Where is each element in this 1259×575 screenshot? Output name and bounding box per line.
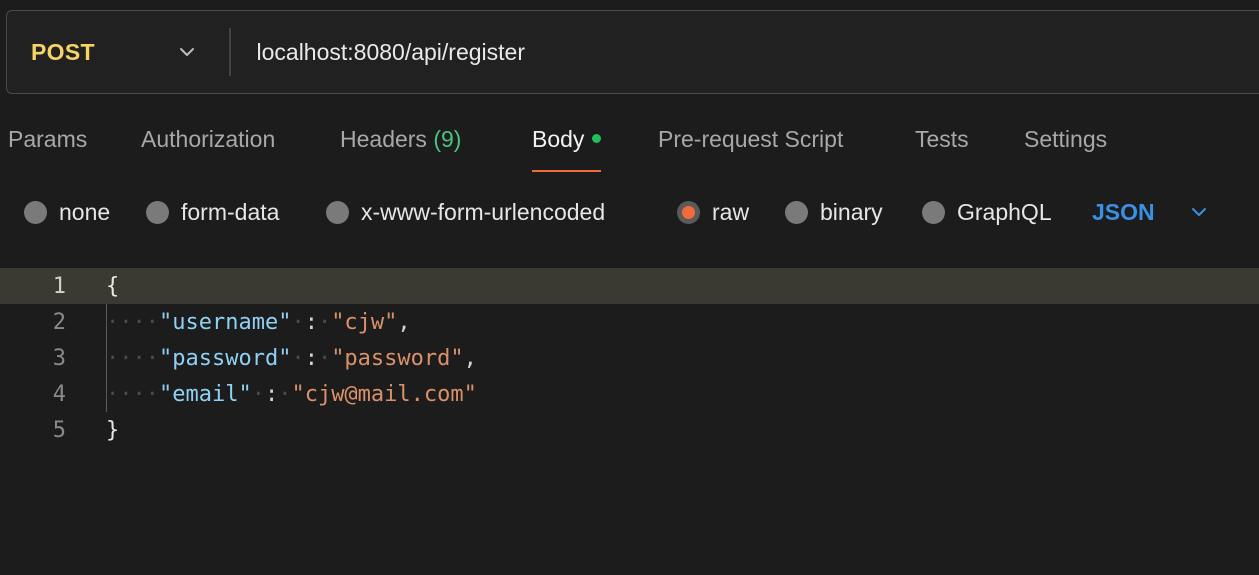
tab-label: Tests	[915, 126, 969, 152]
radio-circle	[922, 200, 945, 224]
radio-none[interactable]: none	[24, 194, 110, 230]
url-bar: POST	[6, 10, 1259, 94]
radio-form-data[interactable]: form-data	[146, 194, 279, 230]
line-number: 3	[52, 345, 66, 371]
tab-body[interactable]: Body	[532, 118, 602, 172]
tab-params[interactable]: Params	[8, 118, 87, 172]
request-editor: POST Params Authorization Headers (9) Bo…	[0, 0, 1259, 575]
close-brace: }	[106, 417, 120, 443]
radio-label: binary	[820, 198, 883, 225]
line-number: 4	[52, 381, 66, 407]
editor-line: 1 {	[0, 268, 1259, 304]
line-number: 2	[52, 309, 66, 335]
json-value: "cjw"	[331, 309, 398, 335]
radio-circle	[24, 200, 47, 224]
line-number: 5	[52, 417, 66, 443]
line-code: }	[106, 418, 119, 443]
tab-headers[interactable]: Headers (9)	[340, 118, 461, 172]
radio-circle	[785, 200, 808, 224]
code-editor[interactable]: 1 { 2 ···· "username" ·: · "cjw", 3 ···· "pas…	[0, 268, 1259, 575]
tab-pre-request-script[interactable]: Pre-request Script	[658, 118, 843, 172]
method-select[interactable]: POST	[7, 11, 229, 93]
line-code: ···· "username" ·: · "cjw",	[106, 309, 411, 335]
line-code: ···· "password" ·: · "password",	[106, 345, 477, 371]
body-type-selector: none form-data x-www-form-urlencoded raw…	[0, 194, 1259, 230]
editor-line: 4 ···· "email" ·: · "cjw@mail.com"	[0, 376, 1259, 412]
green-dot-icon	[592, 134, 602, 144]
open-brace: {	[106, 273, 120, 299]
line-code: ···· "email" ·: · "cjw@mail.com"	[106, 381, 477, 407]
tab-settings[interactable]: Settings	[1024, 118, 1107, 172]
tab-label: Params	[8, 126, 88, 152]
json-key: "email"	[158, 381, 252, 407]
tab-label: Body	[532, 126, 585, 152]
url-input[interactable]	[230, 11, 1259, 93]
radio-circle	[326, 200, 349, 224]
editor-line: 5 }	[0, 412, 1259, 448]
tab-label: Headers	[340, 126, 427, 152]
language-label: JSON	[1092, 198, 1155, 225]
line-number: 1	[52, 273, 66, 299]
tab-authorization[interactable]: Authorization	[141, 118, 275, 172]
radio-raw[interactable]: raw	[677, 194, 749, 230]
json-value: "cjw@mail.com"	[291, 381, 477, 407]
radio-label: GraphQL	[957, 198, 1052, 225]
language-select[interactable]: JSON	[1092, 194, 1209, 230]
line-code: {	[106, 274, 119, 299]
chevron-down-icon	[180, 48, 194, 56]
radio-binary[interactable]: binary	[785, 194, 883, 230]
editor-line: 2 ···· "username" ·: · "cjw",	[0, 304, 1259, 340]
json-key: "username"	[158, 309, 292, 335]
tab-label: Pre-request Script	[658, 126, 844, 152]
editor-line: 3 ···· "password" ·: · "password",	[0, 340, 1259, 376]
method-label: POST	[31, 38, 95, 65]
chevron-down-icon	[1191, 208, 1206, 216]
json-value: "password"	[331, 345, 464, 371]
radio-label: form-data	[181, 198, 280, 225]
radio-label: x-www-form-urlencoded	[361, 198, 606, 225]
tab-tests[interactable]: Tests	[915, 118, 969, 172]
request-tabs: Params Authorization Headers (9) Body Pr…	[0, 118, 1259, 172]
tab-label: Settings	[1024, 126, 1108, 152]
tab-label: Authorization	[141, 126, 276, 152]
headers-count: (9)	[433, 126, 462, 152]
radio-label: none	[59, 198, 111, 225]
radio-x-www-form-urlencoded[interactable]: x-www-form-urlencoded	[326, 194, 605, 230]
radio-label: raw	[712, 198, 750, 225]
radio-graphql[interactable]: GraphQL	[922, 194, 1052, 230]
json-key: "password"	[158, 345, 292, 371]
radio-circle	[146, 200, 169, 224]
radio-circle-checked	[677, 200, 700, 224]
